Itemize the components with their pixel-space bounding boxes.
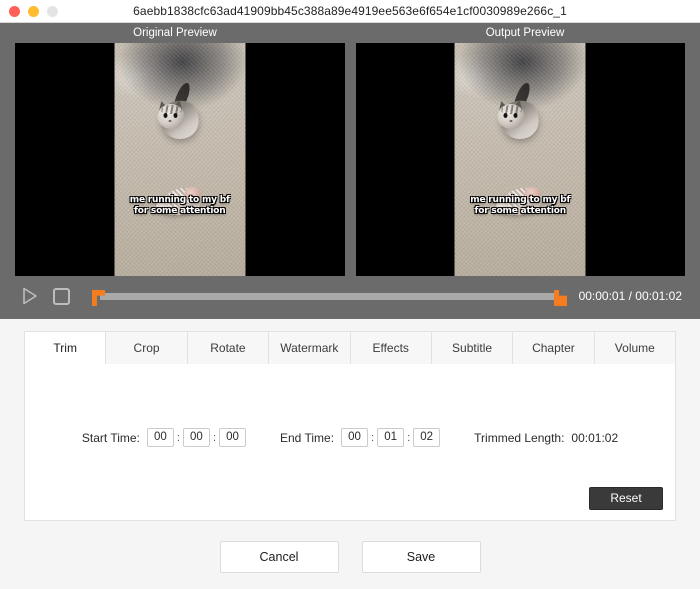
kitten-eye-left [163,113,168,118]
preview-panels: me running to my bf for some attention m… [0,43,700,276]
kitten-nose [509,120,513,122]
editor-tab-panel: Trim Crop Rotate Watermark Effects Subti… [24,331,676,521]
stop-icon [53,288,70,305]
transport-bar: 00:00:01 / 00:01:02 [0,276,700,316]
end-separator-2: : [407,431,411,444]
start-time-label: Start Time: [81,430,140,445]
original-video-frame: me running to my bf for some attention [114,43,246,276]
tab-chapter[interactable]: Chapter [513,332,595,364]
tab-watermark[interactable]: Watermark [269,332,351,364]
zoom-button [47,5,58,17]
original-preview-label: Original Preview [133,27,217,39]
kitten-nose [168,120,172,122]
output-preview-video[interactable]: me running to my bf for some attention [355,43,685,276]
carpet-background [114,43,246,276]
preview-zone: Original Preview Output Preview me runni… [0,23,700,319]
start-separator-1: : [176,431,180,444]
kitten-subject [152,81,208,145]
start-time-group: Start Time: 00 : 00 : 00 [82,428,246,447]
start-hours-input[interactable]: 00 [146,428,174,447]
end-minutes-input[interactable]: 01 [377,428,405,447]
trimmed-length-label: Trimmed Length: [474,430,565,445]
kitten-subject [493,81,549,145]
kitten-eye-right [513,113,518,118]
window-controls [9,0,58,22]
trim-end-handle[interactable] [554,290,567,306]
carpet-background [454,43,586,276]
play-icon [23,287,37,305]
stop-button[interactable] [50,285,72,307]
cancel-button[interactable]: Cancel [219,541,339,573]
timecode-display: 00:00:01 / 00:01:02 [578,289,682,303]
play-button[interactable] [18,285,40,307]
end-separator-1: : [371,431,375,444]
sock-toy [495,185,549,223]
start-separator-2: : [212,431,216,444]
kitten-eye-left [503,113,508,118]
tab-subtitle[interactable]: Subtitle [431,332,514,364]
minimize-button[interactable] [28,5,39,17]
tab-volume[interactable]: Volume [594,332,675,364]
trim-tab-content: Start Time: 00 : 00 : 00 End Time: 00 : … [24,364,676,521]
end-time-label: End Time: [280,430,335,445]
kitten-eye-right [173,113,178,118]
trimmed-length-group: Trimmed Length: 00:01:02 [474,431,618,445]
start-seconds-input[interactable]: 00 [219,428,246,447]
close-button[interactable] [9,5,20,17]
save-button[interactable]: Save [361,541,481,573]
window-titlebar: 6aebb1838cfc63ad41909bb45c388a89e4919ee5… [0,0,700,23]
end-hours-input[interactable]: 00 [341,428,369,447]
trim-controls-row: Start Time: 00 : 00 : 00 End Time: 00 : … [25,428,675,447]
preview-headers: Original Preview Output Preview [0,23,700,43]
tab-rotate[interactable]: Rotate [187,332,270,364]
output-preview-label: Output Preview [485,27,565,39]
original-preview-video[interactable]: me running to my bf for some attention [15,43,345,276]
tab-trim[interactable]: Trim [25,332,107,364]
dialog-footer: Cancel Save [0,541,700,573]
start-minutes-input[interactable]: 00 [182,428,210,447]
window-title: 6aebb1838cfc63ad41909bb45c388a89e4919ee5… [133,4,567,18]
end-time-group: End Time: 00 : 01 : 02 [280,428,441,447]
timeline-slider[interactable] [90,284,569,308]
output-video-frame: me running to my bf for some attention [454,43,586,276]
timeline-track[interactable] [100,293,559,300]
tab-effects[interactable]: Effects [350,332,432,364]
reset-button[interactable]: Reset [589,487,663,510]
sock-toy [154,185,208,223]
tab-strip: Trim Crop Rotate Watermark Effects Subti… [24,331,676,364]
end-seconds-input[interactable]: 02 [413,428,441,447]
trimmed-length-value: 00:01:02 [571,430,619,445]
tab-crop[interactable]: Crop [106,332,188,364]
